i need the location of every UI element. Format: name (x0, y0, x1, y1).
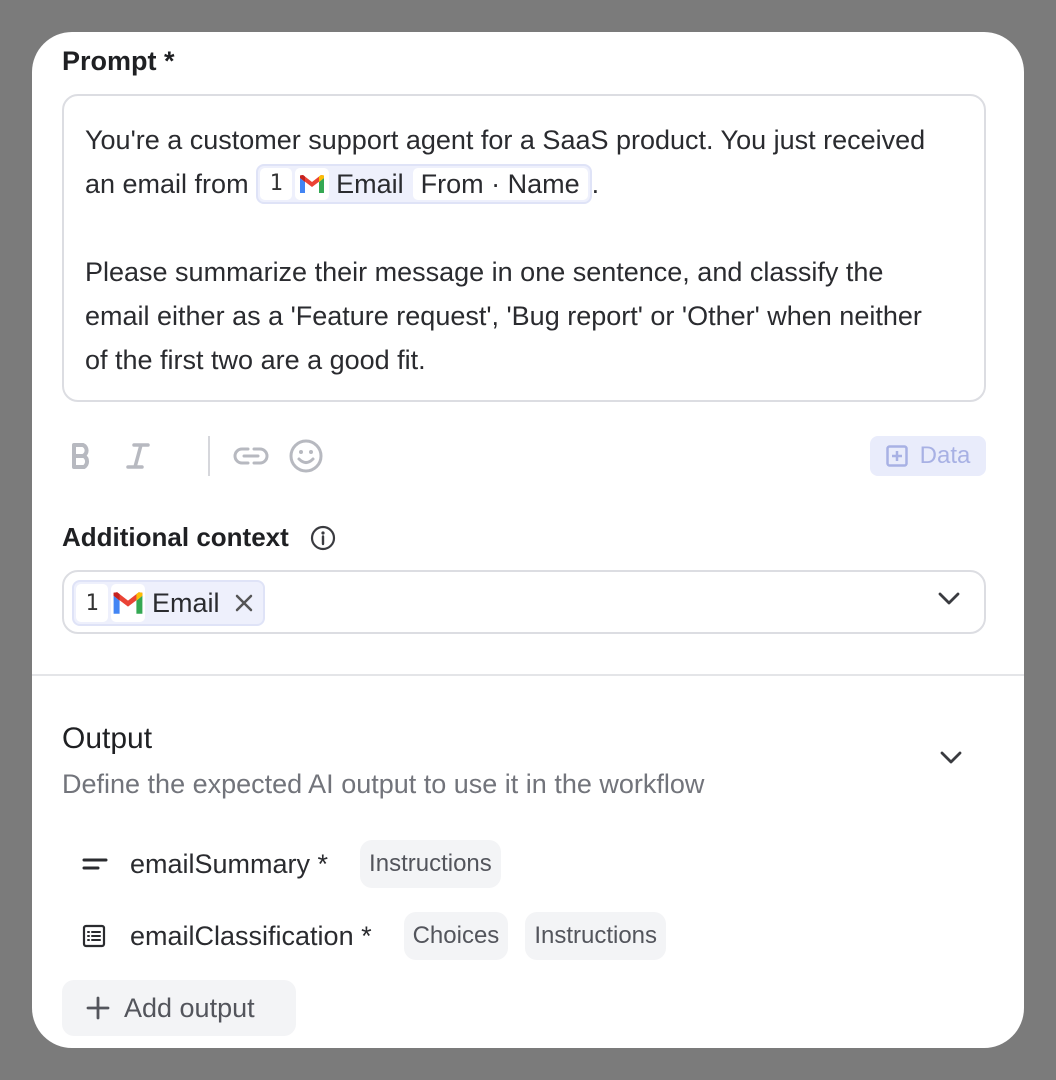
step-number: 1 (76, 584, 108, 622)
list-icon (82, 924, 112, 948)
link-icon[interactable] (232, 436, 270, 476)
additional-context-select[interactable]: 1 Email (62, 570, 986, 634)
prompt-line-3: Please summarize their message in one se… (85, 257, 884, 287)
formatting-toolbar: Data (62, 432, 986, 480)
plus-icon (86, 996, 110, 1020)
add-output-label: Add output (124, 992, 255, 1023)
output-item[interactable]: emailClassification * Choices Instructio… (82, 912, 667, 960)
instructions-chip[interactable]: Instructions (360, 840, 501, 888)
italic-icon[interactable] (122, 436, 154, 476)
plus-square-icon (885, 445, 908, 467)
ai-step-card: Prompt * You're a customer support agent… (32, 32, 1024, 1048)
remove-token-icon[interactable] (229, 588, 261, 619)
output-item[interactable]: emailSummary * Instructions (82, 840, 501, 888)
prompt-line-4: email either as a 'Feature request', 'Bu… (85, 301, 922, 331)
prompt-label: Prompt * (62, 46, 175, 76)
output-item-name: emailSummary * (130, 848, 329, 879)
token-app-name: Email (152, 587, 220, 618)
output-title: Output (62, 722, 153, 755)
step-number: 1 (260, 167, 293, 200)
insert-data-button[interactable]: Data (870, 436, 986, 476)
data-token[interactable]: 1 Email From · Name (256, 163, 592, 204)
token-field: From · Name (412, 167, 588, 200)
emoji-icon[interactable] (288, 436, 324, 476)
additional-context-label: Additional context (62, 522, 289, 552)
toolbar-separator (208, 436, 210, 476)
prompt-text: an email from (85, 169, 249, 199)
output-subtitle: Define the expected AI output to use it … (62, 769, 705, 799)
prompt-line-2: an email from 1 Email From · Name. (85, 162, 964, 206)
choices-chip[interactable]: Choices (403, 912, 509, 960)
instructions-chip[interactable]: Instructions (525, 912, 667, 960)
add-output-button[interactable]: Add output (62, 980, 296, 1036)
output-item-name: emailClassification * (130, 920, 372, 951)
prompt-line-1: You're a customer support agent for a Sa… (85, 125, 926, 155)
output-collapse-chevron-icon[interactable] (940, 751, 962, 765)
gmail-icon (111, 584, 145, 622)
data-button-label: Data (919, 442, 971, 469)
section-divider (32, 674, 1024, 676)
prompt-text-period: . (591, 169, 600, 199)
context-token[interactable]: 1 Email (72, 580, 265, 626)
gmail-icon (295, 167, 330, 200)
bold-icon[interactable] (66, 436, 98, 476)
info-icon[interactable] (310, 525, 336, 556)
prompt-editor[interactable]: You're a customer support agent for a Sa… (62, 94, 986, 402)
chevron-down-icon[interactable] (938, 592, 960, 606)
token-app-name: Email (336, 168, 404, 199)
text-lines-icon (82, 856, 112, 872)
prompt-line-5: of the first two are a good fit. (85, 345, 426, 375)
